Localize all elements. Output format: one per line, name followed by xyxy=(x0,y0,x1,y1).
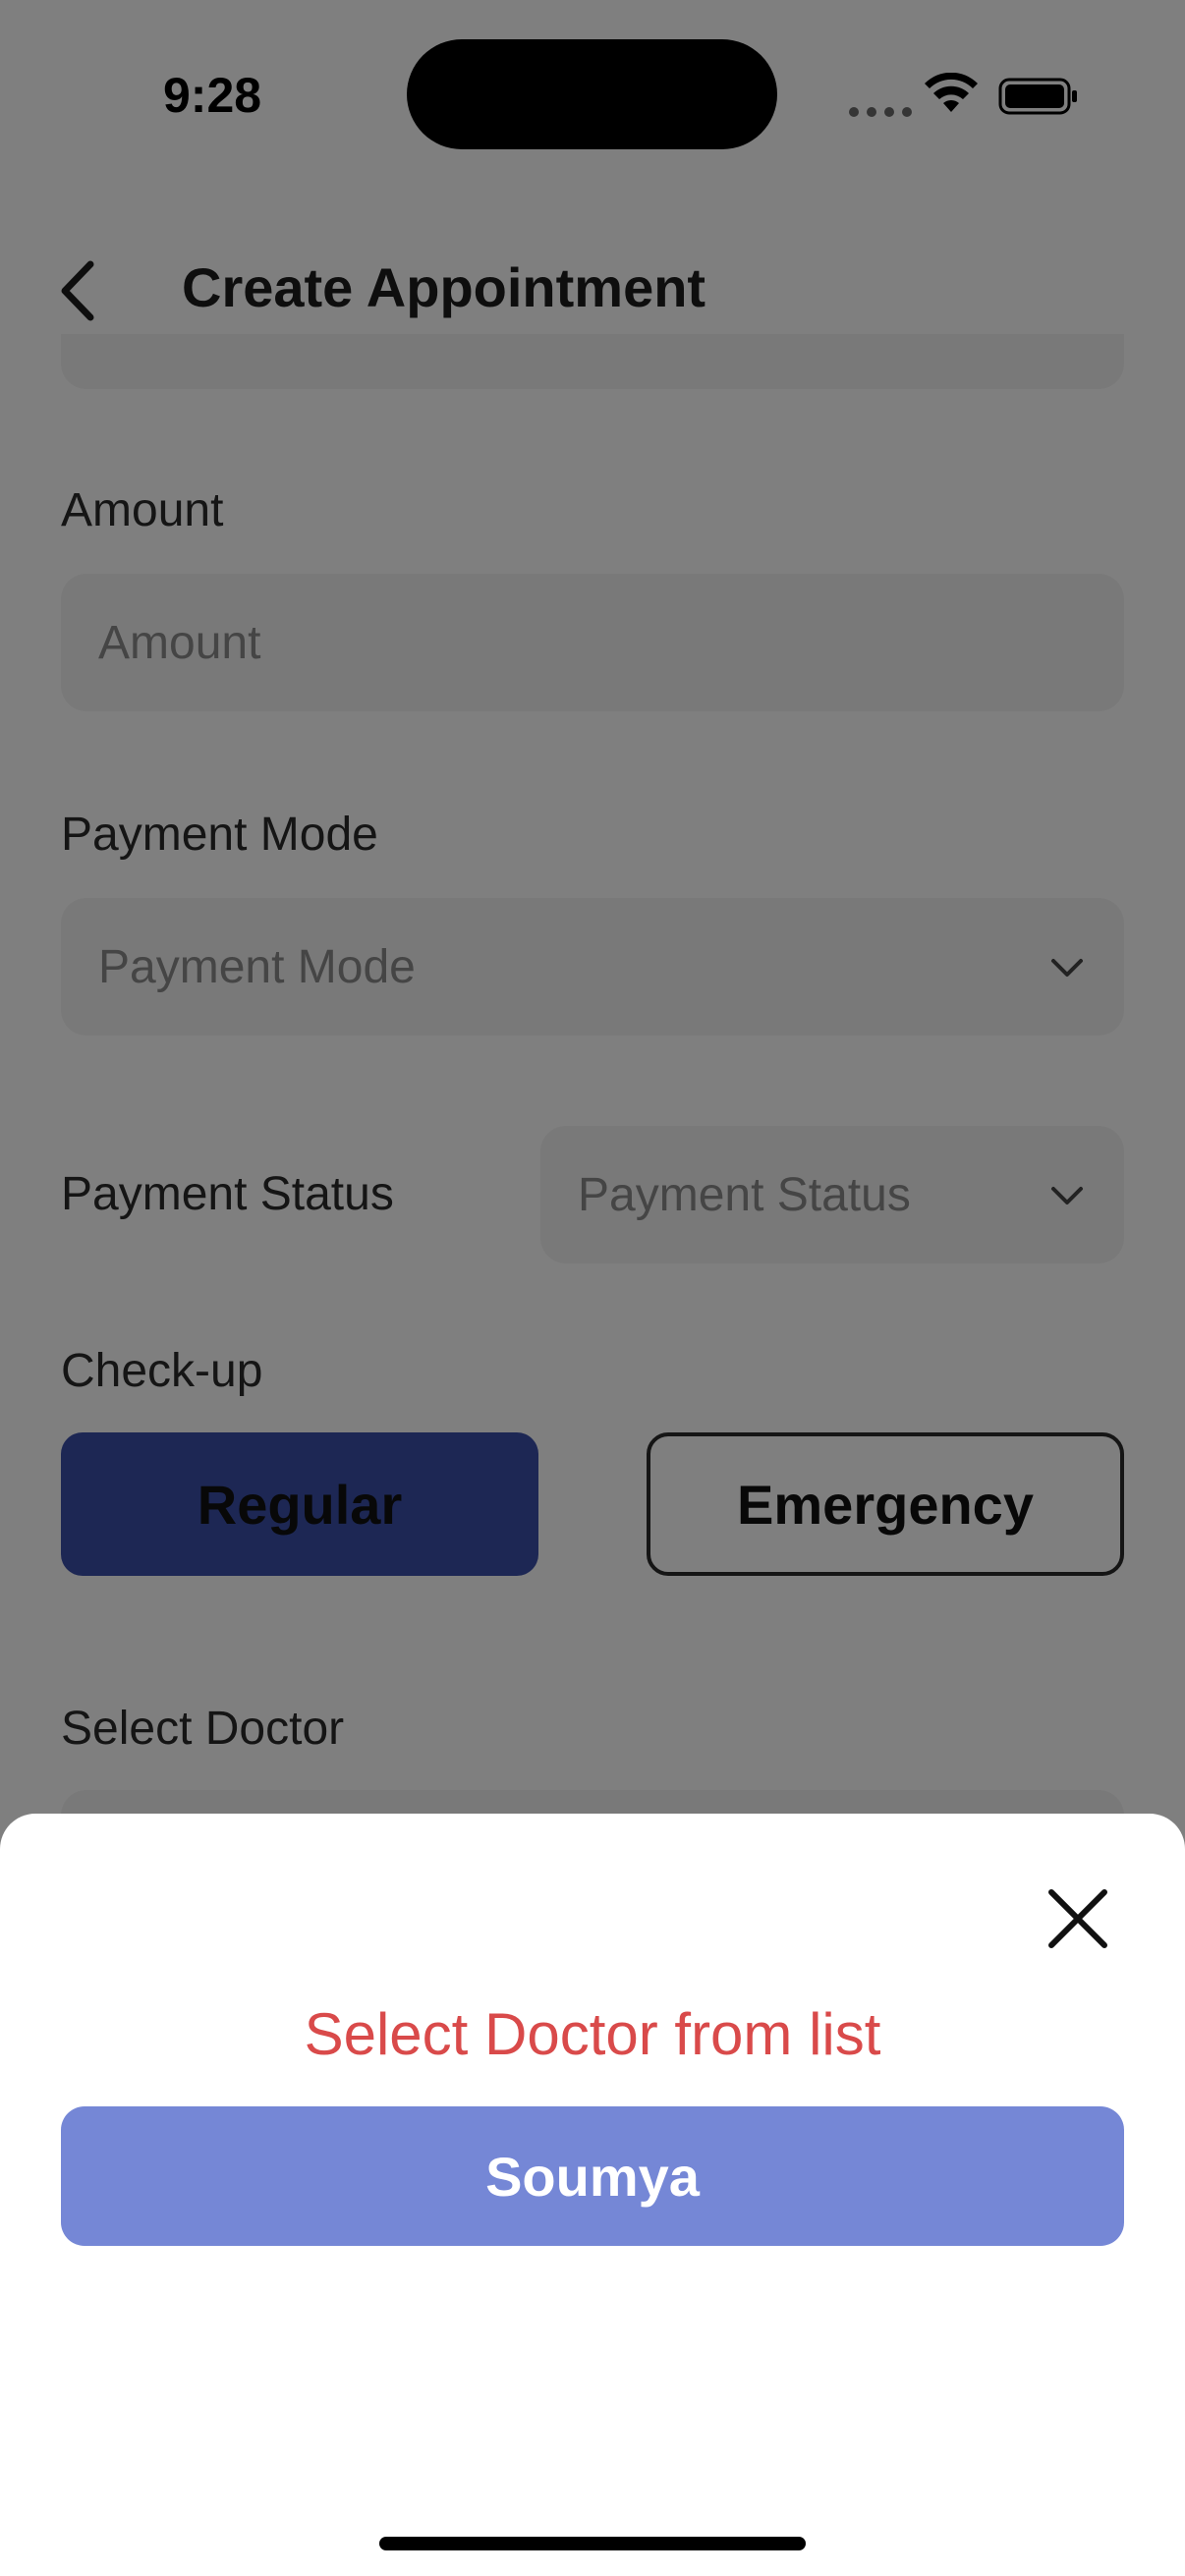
doctor-option-soumya[interactable]: Soumya xyxy=(61,2106,1124,2246)
sheet-title: Select Doctor from list xyxy=(304,2001,881,2067)
screen: 9:28 Create Appointment Amount Amount Pa… xyxy=(0,0,1185,2576)
home-indicator xyxy=(379,2537,806,2550)
close-icon[interactable] xyxy=(1044,1884,1112,1953)
